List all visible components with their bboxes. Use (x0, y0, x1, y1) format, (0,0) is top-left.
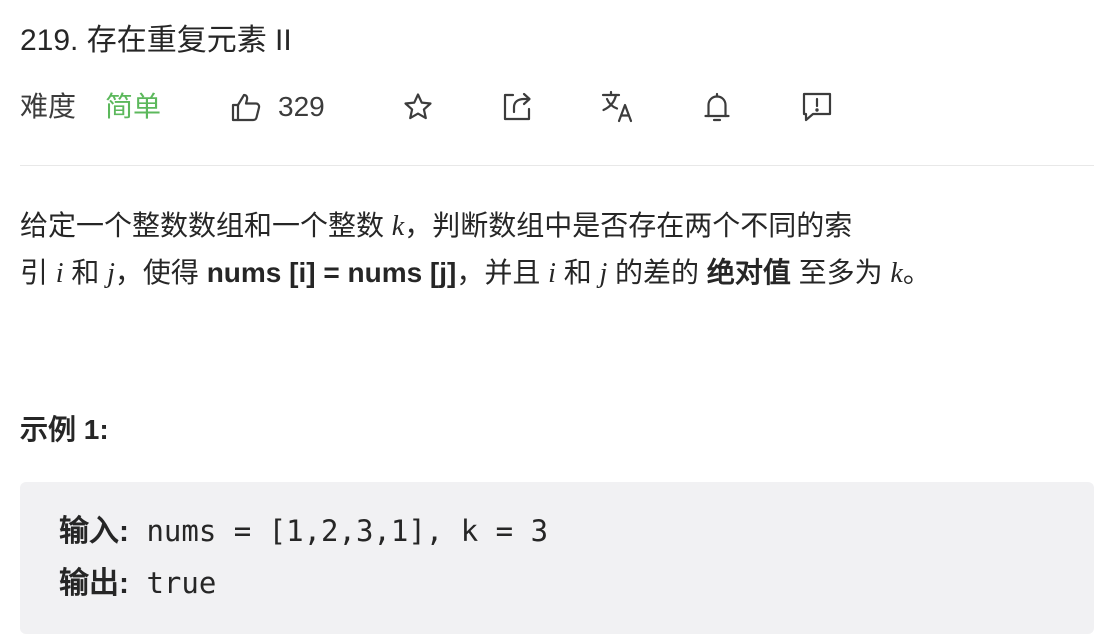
desc-var-k: k (890, 258, 903, 289)
example-output-line: 输出: true (59, 563, 216, 604)
like-count: 329 (278, 91, 325, 122)
example-title: 示例 1: (20, 414, 109, 445)
desc-text: 和 (63, 257, 108, 288)
example-input-label: 输入: (59, 515, 129, 548)
difficulty-badge: 简单 (105, 91, 162, 122)
example-code-block: 输入: nums = [1,2,3,1], k = 3 输出: true (20, 482, 1094, 634)
page-title: 219. 存在重复元素 II (20, 24, 292, 57)
example-output-label: 输出: (59, 567, 129, 600)
feedback-icon (800, 90, 834, 124)
subscribe-button[interactable] (700, 89, 734, 125)
description-line-1: 给定一个整数数组和一个整数 k，判断数组中是否存在两个不同的索 (20, 203, 1094, 250)
problem-description: 给定一个整数数组和一个整数 k，判断数组中是否存在两个不同的索 引 i 和 j，… (20, 203, 1094, 297)
desc-text: 和 (555, 257, 600, 288)
share-icon (500, 90, 534, 124)
desc-text: 的差的 (607, 257, 707, 288)
desc-var-j: j (107, 258, 115, 289)
problem-page: 219. 存在重复元素 II 难度 简单 329 给定一个整数数组和一个整数 k… (20, 0, 1094, 634)
like-button[interactable]: 329 (230, 89, 325, 125)
desc-var-i: i (55, 258, 64, 289)
header-divider (20, 165, 1094, 166)
example-input-value: nums = [1,2,3,1], k = 3 (129, 514, 549, 548)
desc-var-k: k (391, 211, 405, 242)
difficulty-label: 难度 (20, 91, 77, 122)
star-icon (402, 91, 434, 123)
problem-toolbar: 难度 简单 329 (20, 84, 1094, 130)
thumbs-up-icon (230, 91, 262, 123)
favorite-button[interactable] (402, 89, 434, 125)
desc-bold-abs: 绝对值 (706, 257, 791, 288)
desc-text: 。 (902, 257, 931, 288)
translate-icon (600, 89, 636, 125)
bell-icon (700, 90, 734, 124)
desc-text: 至多为 (790, 257, 891, 288)
desc-var-i: i (548, 258, 556, 289)
desc-text: ，判断数组中是否存在两个不同的索 (404, 210, 853, 241)
feedback-button[interactable] (800, 89, 834, 125)
example-output-value: true (129, 566, 217, 600)
example-input-line: 输入: nums = [1,2,3,1], k = 3 (59, 511, 548, 552)
desc-text: 引 (20, 257, 56, 288)
desc-text: 给定一个整数数组和一个整数 (20, 210, 392, 241)
desc-bold-condition: nums [i] = nums [j] (206, 257, 457, 288)
desc-text: ，使得 (114, 257, 207, 288)
desc-text: ，并且 (456, 257, 549, 288)
translate-button[interactable] (600, 89, 636, 125)
share-button[interactable] (500, 89, 534, 125)
description-line-2: 引 i 和 j，使得 nums [i] = nums [j]，并且 i 和 j … (20, 250, 1094, 297)
